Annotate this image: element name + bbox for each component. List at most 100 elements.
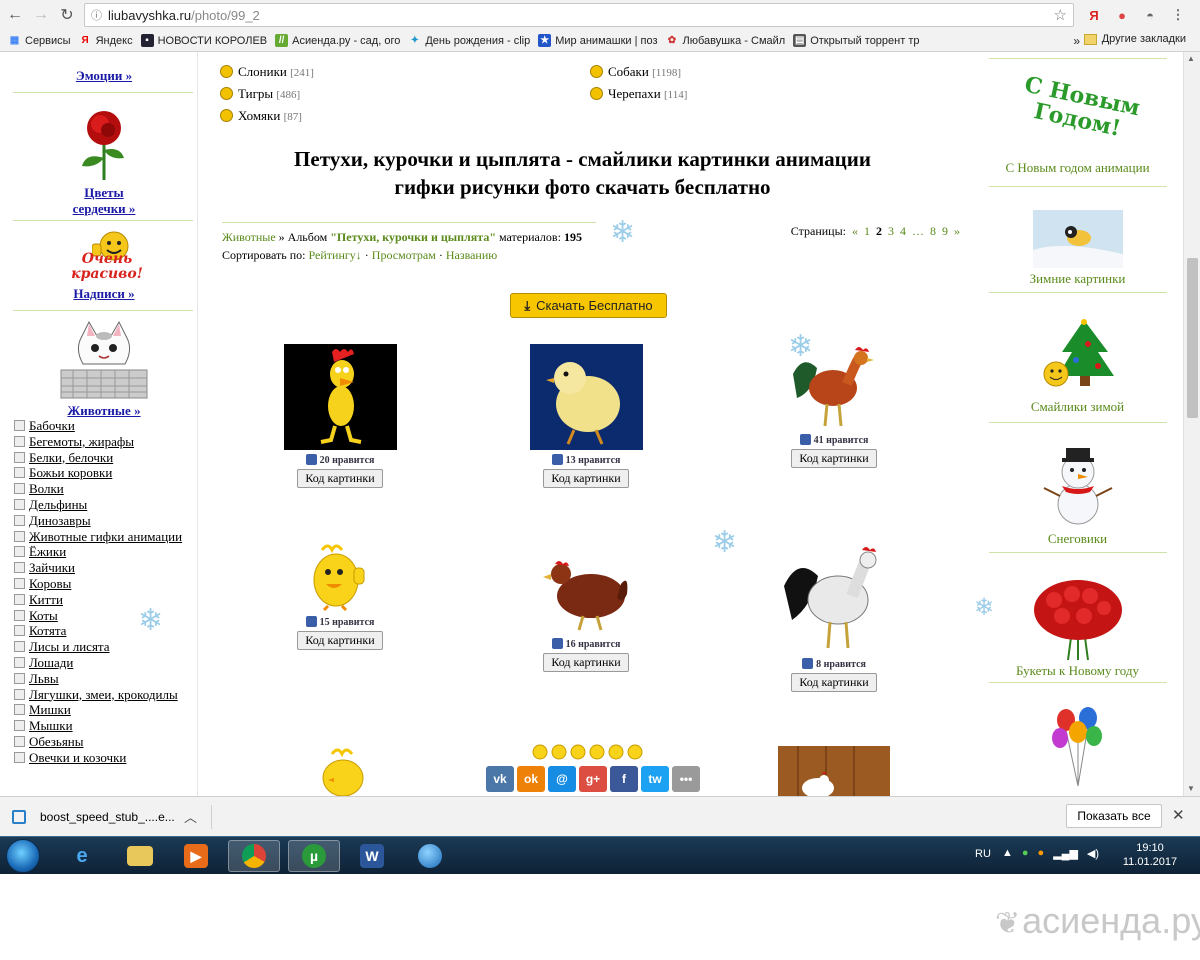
list-item[interactable]: Белки, белочки bbox=[14, 450, 198, 466]
bookmark-services[interactable]: ▦ Сервисы bbox=[8, 34, 71, 47]
winter-smileys[interactable]: Смайлики зимой bbox=[985, 316, 1170, 415]
subcategory-tigers[interactable]: Тигры [486] bbox=[220, 86, 300, 102]
new-year-bouquets[interactable]: Букеты к Новому году bbox=[985, 576, 1170, 679]
tray-expand-icon[interactable]: ▲ bbox=[1002, 847, 1013, 860]
image-code-button[interactable]: Код картинки bbox=[791, 673, 877, 692]
bookmark-news[interactable]: ▪ НОВОСТИ КОРОЛЕВ bbox=[140, 34, 267, 47]
list-item[interactable]: Мышки bbox=[14, 718, 198, 734]
language-indicator[interactable]: RU bbox=[975, 848, 991, 860]
back-button[interactable]: ← bbox=[4, 4, 26, 26]
list-item[interactable]: Бабочки bbox=[14, 418, 198, 434]
rooster-cartoon-image[interactable] bbox=[283, 344, 397, 450]
winter-pictures-link[interactable]: Зимние картинки bbox=[985, 271, 1170, 287]
breadcrumb-animals-link[interactable]: Животные bbox=[222, 230, 276, 244]
flowers-link-line2[interactable]: сердечки » bbox=[10, 201, 198, 217]
chevron-up-icon[interactable]: ︿ bbox=[184, 807, 197, 826]
chick-photo-image[interactable] bbox=[529, 344, 643, 450]
bookmark-star-icon[interactable]: ☆ bbox=[1054, 6, 1067, 24]
likes-counter[interactable]: 13 нравится bbox=[526, 454, 646, 466]
list-item[interactable]: Китти bbox=[14, 592, 198, 608]
category-inscriptions[interactable]: Очень красиво! Надписи » bbox=[10, 230, 198, 302]
bookmark-animashki[interactable]: ★ Мир анимашки | поз bbox=[538, 34, 658, 47]
more-share-icon[interactable]: ••• bbox=[672, 766, 700, 792]
list-item[interactable]: Мишки bbox=[14, 702, 198, 718]
page-link[interactable]: 4 bbox=[900, 224, 906, 238]
page-link[interactable]: 1 bbox=[864, 224, 870, 238]
list-item[interactable]: Волки bbox=[14, 481, 198, 497]
list-item[interactable]: Лисы и лисята bbox=[14, 639, 198, 655]
chick-cartoon-image[interactable] bbox=[318, 746, 368, 796]
taskbar-utorrent[interactable]: µ bbox=[288, 840, 340, 872]
list-item[interactable]: Божьи коровки bbox=[14, 465, 198, 481]
bookmarks-more-button[interactable]: » bbox=[1073, 34, 1080, 48]
likes-counter[interactable]: 8 нравится bbox=[774, 658, 894, 670]
download-free-button[interactable]: ⤓ Скачать Бесплатно bbox=[510, 293, 667, 318]
list-item[interactable]: Коровы bbox=[14, 576, 198, 592]
subcategory-hamsters[interactable]: Хомяки [87] bbox=[220, 108, 302, 124]
emotions-link[interactable]: Эмоции » bbox=[76, 68, 132, 83]
list-item[interactable]: Животные гифки анимации bbox=[14, 529, 198, 545]
balloons[interactable] bbox=[985, 706, 1170, 793]
bookmark-yandex[interactable]: Я Яндекс bbox=[79, 34, 132, 47]
list-item[interactable]: Обезьяны bbox=[14, 734, 198, 750]
close-icon[interactable]: ✕ bbox=[1172, 806, 1185, 824]
likes-counter[interactable]: 15 нравится bbox=[280, 616, 400, 628]
page-link[interactable]: 8 bbox=[930, 224, 936, 238]
page-info-icon[interactable]: ⓘ bbox=[91, 7, 102, 23]
facebook-share-icon[interactable]: f bbox=[610, 766, 638, 792]
image-code-button[interactable]: Код картинки bbox=[297, 469, 383, 488]
chick-thumbsup-image[interactable] bbox=[308, 542, 372, 612]
bookmark-torrent[interactable]: ▤ Открытый торрент тр bbox=[793, 34, 920, 47]
clock[interactable]: 19:10 11.01.2017 bbox=[1120, 841, 1180, 869]
likes-counter[interactable]: 20 нравится bbox=[280, 454, 400, 466]
bookmark-lyubavushka[interactable]: ✿ Любавушка - Смайл bbox=[666, 34, 785, 47]
subcategory-dogs[interactable]: Собаки [1198] bbox=[590, 64, 681, 80]
list-item[interactable]: Львы bbox=[14, 671, 198, 687]
rooster-white-image[interactable] bbox=[782, 546, 886, 654]
sort-by-name[interactable]: Названию bbox=[446, 248, 497, 262]
chicks-row-image[interactable] bbox=[532, 742, 652, 766]
bookmark-birthday[interactable]: ✦ День рождения - clip bbox=[408, 34, 531, 47]
bouquets-link[interactable]: Букеты к Новому году bbox=[985, 663, 1170, 679]
sort-by-views[interactable]: Просмотрам bbox=[372, 248, 436, 262]
snowmen-link[interactable]: Снеговики bbox=[985, 531, 1170, 547]
download-item[interactable]: boost_speed_stub_....e... ︿ bbox=[12, 805, 212, 829]
network-icon[interactable]: ▂▄▆ bbox=[1053, 847, 1078, 860]
odnoklassniki-share-icon[interactable]: ok bbox=[517, 766, 545, 792]
volume-icon[interactable]: ◀) bbox=[1087, 847, 1099, 860]
taskbar-ie[interactable]: e bbox=[56, 840, 108, 872]
scroll-down-icon[interactable]: ▼ bbox=[1187, 784, 1195, 793]
image-code-button[interactable]: Код картинки bbox=[543, 469, 629, 488]
scroll-up-icon[interactable]: ▲ bbox=[1187, 54, 1195, 63]
likes-counter[interactable]: 41 нравится bbox=[774, 434, 894, 446]
list-item[interactable]: Котята bbox=[14, 623, 198, 639]
subcategory-elephants[interactable]: Слоники [241] bbox=[220, 64, 314, 80]
likes-counter[interactable]: 16 нравится bbox=[526, 638, 646, 650]
subcategory-turtles[interactable]: Черепахи [114] bbox=[590, 86, 687, 102]
rooster-wood-image[interactable] bbox=[778, 746, 890, 796]
twitter-share-icon[interactable]: tw bbox=[641, 766, 669, 792]
yandex-extension-icon[interactable]: Я bbox=[1084, 5, 1104, 25]
forward-button[interactable]: → bbox=[30, 4, 52, 26]
tray-app-icon[interactable]: ● bbox=[1038, 847, 1045, 860]
google-plus-share-icon[interactable]: g+ bbox=[579, 766, 607, 792]
start-button[interactable] bbox=[6, 839, 40, 873]
taskbar-globe[interactable] bbox=[404, 840, 456, 872]
winter-smileys-link[interactable]: Смайлики зимой bbox=[985, 399, 1170, 415]
vk-share-icon[interactable]: vk bbox=[486, 766, 514, 792]
list-item[interactable]: Бегемоты, жирафы bbox=[14, 434, 198, 450]
image-code-button[interactable]: Код картинки bbox=[791, 449, 877, 468]
sort-by-rating[interactable]: Рейтингу↓ bbox=[309, 248, 362, 262]
taskbar-word[interactable]: W bbox=[346, 840, 398, 872]
image-code-button[interactable]: Код картинки bbox=[543, 653, 629, 672]
hen-photo-image[interactable] bbox=[541, 548, 631, 634]
show-all-downloads-button[interactable]: Показать все bbox=[1066, 804, 1162, 828]
list-item[interactable]: Дельфины bbox=[14, 497, 198, 513]
list-item[interactable]: Динозавры bbox=[14, 513, 198, 529]
taskbar-explorer[interactable] bbox=[114, 840, 166, 872]
list-item[interactable]: Ёжики bbox=[14, 544, 198, 560]
page-scrollbar[interactable]: ▲ ▼ bbox=[1183, 52, 1200, 796]
list-item[interactable]: Зайчики bbox=[14, 560, 198, 576]
taskbar-media[interactable]: ▶ bbox=[170, 840, 222, 872]
winter-pictures[interactable]: Зимние картинки bbox=[985, 210, 1170, 287]
